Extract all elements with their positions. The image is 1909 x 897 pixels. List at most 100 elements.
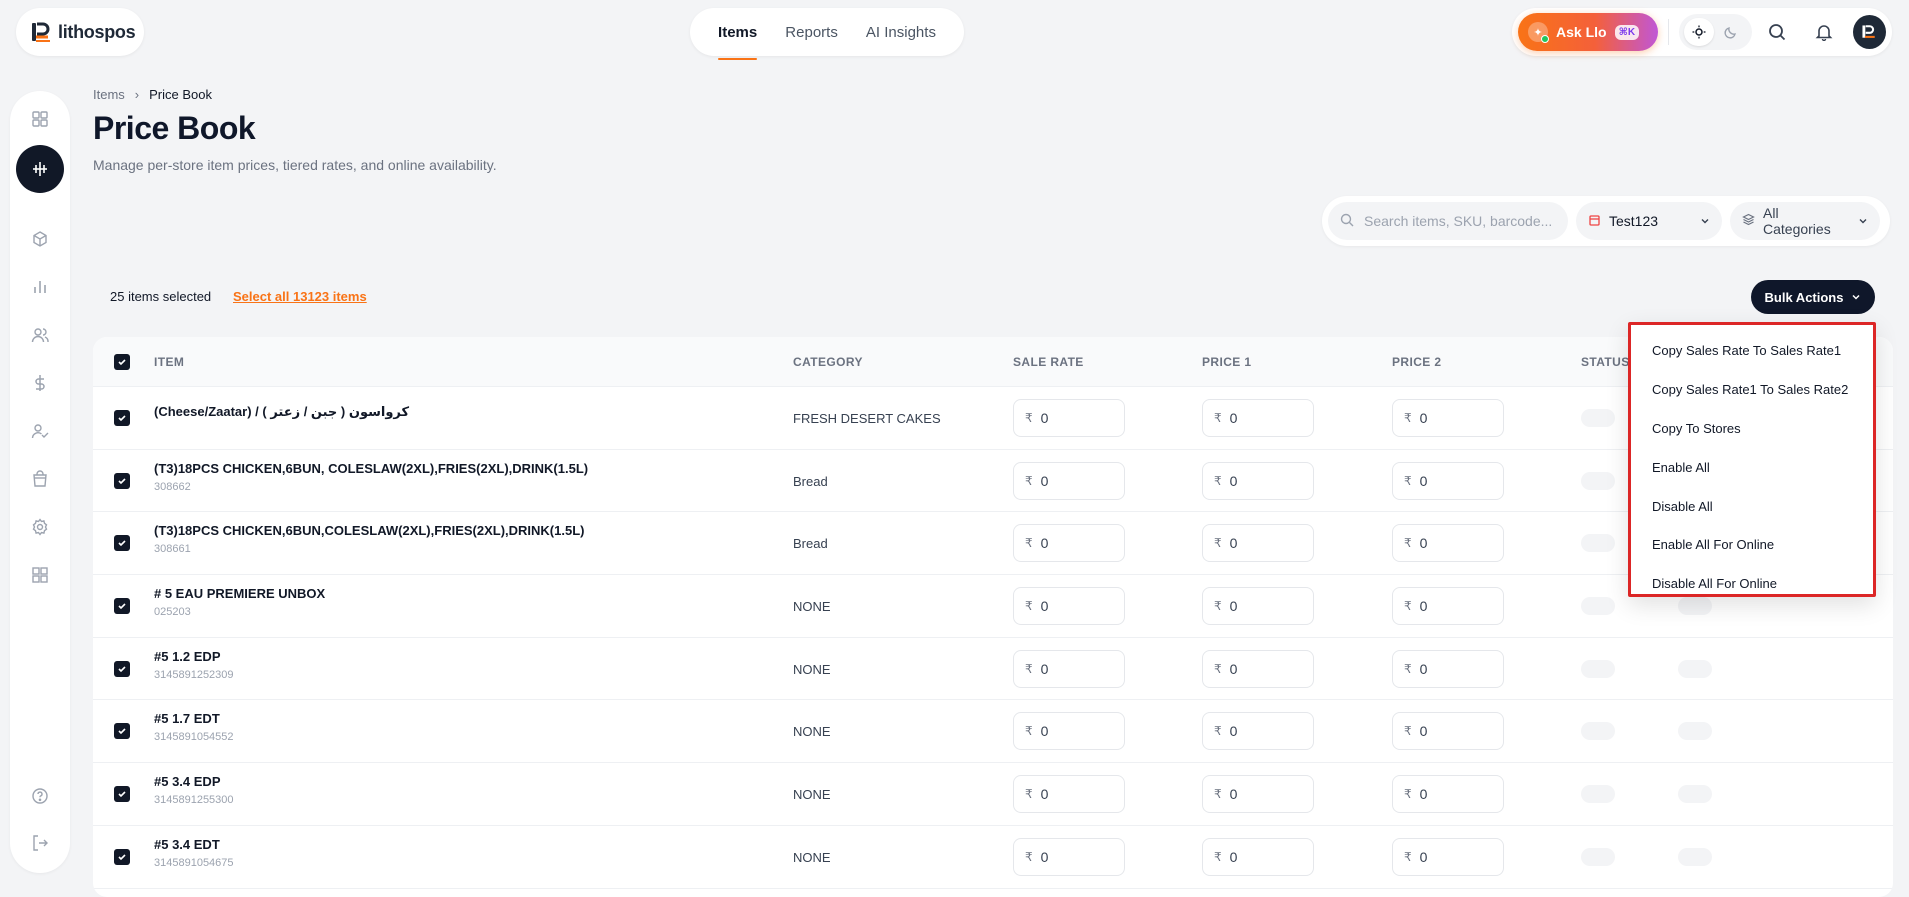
divider bbox=[1668, 19, 1670, 45]
item-sku: 308662 bbox=[154, 480, 191, 493]
price2-input-value: 0 bbox=[1419, 848, 1428, 865]
brand-logo[interactable]: lithospos bbox=[16, 8, 144, 56]
menu-copy-to-stores[interactable]: Copy To Stores bbox=[1631, 409, 1873, 448]
price2-input[interactable]: ₹0 bbox=[1392, 649, 1504, 688]
row-checkbox[interactable] bbox=[114, 472, 130, 489]
sun-icon[interactable] bbox=[1684, 18, 1715, 46]
select-all-checkbox[interactable] bbox=[114, 354, 130, 370]
status-toggle[interactable] bbox=[1581, 847, 1615, 866]
sale-rate-input[interactable]: ₹0 bbox=[1013, 649, 1125, 688]
currency-symbol: ₹ bbox=[1214, 536, 1222, 551]
row-checkbox[interactable] bbox=[114, 786, 130, 803]
chevron-down-icon bbox=[1700, 213, 1710, 229]
status-toggle[interactable] bbox=[1581, 534, 1615, 553]
online-toggle[interactable] bbox=[1678, 847, 1712, 866]
search-input[interactable]: Search items, SKU, barcode... bbox=[1364, 213, 1552, 229]
col-category: CATEGORY bbox=[793, 355, 863, 369]
col-price2: PRICE 2 bbox=[1392, 355, 1442, 369]
sale-rate-input[interactable]: ₹0 bbox=[1013, 712, 1125, 751]
menu-enable-all-online[interactable]: Enable All For Online bbox=[1631, 525, 1873, 564]
item-sku: 308661 bbox=[154, 543, 191, 556]
user-check-icon[interactable] bbox=[20, 411, 60, 451]
price1-input[interactable]: ₹0 bbox=[1202, 775, 1314, 814]
row-checkbox[interactable] bbox=[114, 598, 130, 615]
price1-input-value: 0 bbox=[1229, 472, 1238, 489]
table-header: ITEM CATEGORY SALE RATE PRICE 1 PRICE 2 … bbox=[93, 337, 1893, 387]
apps-icon[interactable] bbox=[20, 555, 60, 595]
dollar-icon[interactable] bbox=[20, 363, 60, 403]
menu-copy-rate1-to-rate2[interactable]: Copy Sales Rate1 To Sales Rate2 bbox=[1631, 370, 1873, 409]
price2-input[interactable]: ₹0 bbox=[1392, 399, 1504, 437]
sale-rate-input[interactable]: ₹0 bbox=[1013, 399, 1125, 437]
menu-disable-all-online[interactable]: Disable All For Online bbox=[1631, 564, 1873, 603]
tab-ai-insights[interactable]: AI Insights bbox=[866, 8, 936, 56]
price-book-icon[interactable] bbox=[16, 145, 64, 193]
status-toggle[interactable] bbox=[1581, 785, 1615, 804]
online-toggle[interactable] bbox=[1678, 659, 1712, 678]
moon-icon[interactable] bbox=[1716, 18, 1746, 46]
price2-input[interactable]: ₹0 bbox=[1392, 837, 1504, 876]
sale-rate-input[interactable]: ₹0 bbox=[1013, 461, 1125, 500]
avatar[interactable] bbox=[1852, 15, 1886, 49]
shopping-bag-icon[interactable] bbox=[20, 459, 60, 499]
price1-input[interactable]: ₹0 bbox=[1202, 649, 1314, 688]
help-icon[interactable] bbox=[20, 776, 60, 816]
tab-items[interactable]: Items bbox=[718, 8, 758, 60]
logout-icon[interactable] bbox=[20, 823, 60, 863]
breadcrumb-items[interactable]: Items bbox=[93, 87, 125, 102]
sale-rate-input[interactable]: ₹0 bbox=[1013, 524, 1125, 563]
price1-input[interactable]: ₹0 bbox=[1202, 837, 1314, 876]
search-field[interactable]: Search items, SKU, barcode... bbox=[1328, 202, 1568, 240]
tab-reports[interactable]: Reports bbox=[785, 8, 838, 56]
online-toggle[interactable] bbox=[1678, 785, 1712, 804]
menu-enable-all[interactable]: Enable All bbox=[1631, 448, 1873, 487]
online-toggle[interactable] bbox=[1678, 722, 1712, 741]
item-sku: 3145891252309 bbox=[154, 668, 234, 681]
menu-disable-all[interactable]: Disable All bbox=[1631, 487, 1873, 526]
currency-symbol: ₹ bbox=[1404, 473, 1412, 488]
status-toggle[interactable] bbox=[1581, 471, 1615, 490]
price2-input[interactable]: ₹0 bbox=[1392, 524, 1504, 563]
dashboard-icon[interactable] bbox=[20, 99, 60, 139]
sale-rate-input[interactable]: ₹0 bbox=[1013, 587, 1125, 626]
category-select[interactable]: All Categories bbox=[1730, 202, 1880, 240]
currency-symbol: ₹ bbox=[1404, 599, 1412, 614]
price2-input[interactable]: ₹0 bbox=[1392, 775, 1504, 814]
currency-symbol: ₹ bbox=[1025, 787, 1033, 802]
search-icon[interactable] bbox=[1756, 10, 1799, 54]
page-subtitle: Manage per-store item prices, tiered rat… bbox=[93, 157, 497, 173]
ask-llo-button[interactable]: ✦ Ask Llo ⌘K bbox=[1518, 13, 1659, 51]
menu-copy-sales-rate-to-rate1[interactable]: Copy Sales Rate To Sales Rate1 bbox=[1631, 331, 1873, 370]
item-category: Bread bbox=[793, 473, 828, 489]
price1-input[interactable]: ₹0 bbox=[1202, 587, 1314, 626]
store-value: Test123 bbox=[1609, 213, 1659, 229]
reports-icon[interactable] bbox=[20, 267, 60, 307]
sale-rate-input[interactable]: ₹0 bbox=[1013, 837, 1125, 876]
row-checkbox[interactable] bbox=[114, 410, 130, 426]
status-toggle[interactable] bbox=[1581, 409, 1615, 427]
row-checkbox[interactable] bbox=[114, 535, 130, 552]
price1-input[interactable]: ₹0 bbox=[1202, 524, 1314, 563]
cube-icon[interactable] bbox=[20, 219, 60, 259]
currency-symbol: ₹ bbox=[1214, 787, 1222, 802]
status-toggle[interactable] bbox=[1581, 722, 1615, 741]
row-checkbox[interactable] bbox=[114, 660, 130, 677]
price1-input[interactable]: ₹0 bbox=[1202, 712, 1314, 751]
price1-input[interactable]: ₹0 bbox=[1202, 461, 1314, 500]
row-checkbox[interactable] bbox=[114, 723, 130, 740]
sale-rate-input[interactable]: ₹0 bbox=[1013, 775, 1125, 814]
users-icon[interactable] bbox=[20, 315, 60, 355]
row-checkbox[interactable] bbox=[114, 848, 130, 865]
price2-input[interactable]: ₹0 bbox=[1392, 587, 1504, 626]
bell-icon[interactable] bbox=[1802, 10, 1845, 54]
status-toggle[interactable] bbox=[1581, 659, 1615, 678]
store-select[interactable]: Test123 bbox=[1576, 202, 1722, 240]
currency-symbol: ₹ bbox=[1025, 599, 1033, 614]
status-toggle[interactable] bbox=[1581, 597, 1615, 616]
price2-input[interactable]: ₹0 bbox=[1392, 461, 1504, 500]
bulk-actions-button[interactable]: Bulk Actions bbox=[1751, 280, 1875, 314]
price2-input[interactable]: ₹0 bbox=[1392, 712, 1504, 751]
settings-icon[interactable] bbox=[20, 507, 60, 547]
price1-input[interactable]: ₹0 bbox=[1202, 399, 1314, 437]
select-all-link[interactable]: Select all 13123 items bbox=[233, 289, 367, 304]
